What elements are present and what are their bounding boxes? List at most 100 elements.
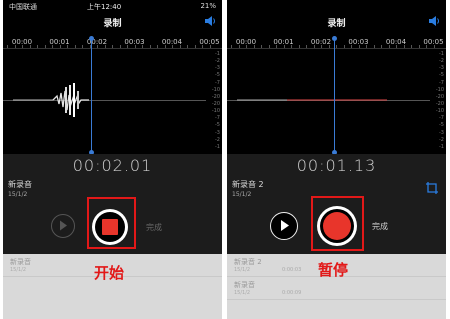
list-item-duration: 0:00:09 (282, 290, 302, 296)
speaker-icon[interactable] (204, 14, 216, 28)
db-scale-label: -20 (435, 93, 444, 100)
recording-name[interactable]: 新录音 2 (232, 179, 264, 190)
timeline-minor-tick (209, 45, 211, 48)
db-scale-label: -5 (215, 72, 220, 79)
db-scale-label: -3 (439, 129, 444, 136)
speaker-icon[interactable] (428, 14, 440, 28)
timeline-minor-tick (29, 45, 31, 48)
highlight-box (311, 196, 364, 251)
list-item-date: 15/1/2 (234, 267, 251, 273)
timeline-ruler[interactable]: 00:00 00:01 00:02 00:03 00:04 00:05 (227, 33, 446, 49)
list-item-date: 15/1/2 (234, 290, 251, 296)
db-scale-label: -2 (439, 58, 444, 65)
recording-name[interactable]: 新录音 (8, 179, 32, 190)
waveform (13, 83, 89, 117)
timeline-minor-tick (134, 45, 136, 48)
recorder-screen-pause: 录制 00:00 00:01 00:02 00:03 00:04 00:05 -1 -2 -3… (227, 0, 446, 319)
timeline-minor-tick (172, 45, 173, 48)
timeline-minor-tick (373, 45, 375, 48)
recording-date: 15/1/2 (232, 191, 252, 198)
timeline-minor-tick (52, 45, 53, 48)
screen-title: 录制 (103, 19, 122, 29)
db-scale-label: -20 (211, 93, 220, 100)
timeline-minor-tick (202, 45, 203, 48)
highlight-box (87, 197, 136, 249)
crop-icon[interactable] (425, 181, 439, 195)
db-scale-label: -3 (215, 129, 220, 136)
timeline-minor-tick (283, 45, 285, 48)
timeline-minor-tick (119, 45, 121, 48)
timeline-minor-tick (157, 45, 158, 48)
timeline-minor-tick (366, 45, 367, 48)
timeline-minor-tick (381, 45, 382, 48)
db-scale-label: -1 (439, 51, 444, 57)
timeline-tick-label: 00:05 (199, 38, 220, 46)
db-scale-label: -2 (215, 136, 220, 143)
waveform (237, 99, 387, 101)
nav-bar: 录制 (3, 14, 222, 32)
waveform-area[interactable]: -1 -2 -3 -5 -7 -10 -20 -20 -10 -7 -5 -3 -2 -1 (3, 49, 222, 154)
db-scale-label: -7 (215, 115, 220, 122)
recorder-screen-start: 中国联通 上午12:40 21% 录制 00:00 00:01 00:02 00:03… (3, 0, 222, 319)
play-button[interactable] (51, 214, 75, 238)
db-scale-label: -7 (439, 79, 444, 86)
battery-label: 21% (200, 2, 216, 10)
db-scale-label: -7 (439, 115, 444, 122)
playhead[interactable] (332, 36, 337, 155)
timeline-minor-tick (22, 45, 23, 48)
timeline-minor-tick (194, 45, 196, 48)
list-item-name: 新录音 (10, 258, 31, 266)
timeline-minor-tick (246, 45, 247, 48)
screen-title: 录制 (327, 19, 346, 29)
timeline-minor-tick (37, 45, 38, 48)
timeline-minor-tick (351, 45, 352, 48)
timeline-ruler[interactable]: 00:00 00:01 00:02 00:03 00:04 00:05 (3, 33, 222, 49)
timeline-minor-tick (7, 45, 8, 48)
timeline-minor-tick (306, 45, 307, 48)
list-item[interactable]: 新录音 15/1/2 0:00:09 (227, 277, 446, 300)
db-scale-label: -10 (435, 86, 444, 93)
elapsed-time: 00:01.13 (296, 156, 377, 175)
list-item-name: 新录音 (234, 281, 255, 289)
callout-label: 暂停 (318, 261, 349, 279)
timeline-minor-tick (112, 45, 113, 48)
carrier-label: 中国联通 (9, 3, 37, 11)
play-icon (60, 220, 67, 231)
db-scale-label: -5 (439, 72, 444, 79)
done-button[interactable]: 完成 (146, 222, 162, 233)
db-scale-label: -5 (215, 122, 220, 129)
db-scale-label: -2 (215, 58, 220, 65)
timeline-minor-tick (149, 45, 151, 48)
timeline-minor-tick (336, 45, 337, 48)
play-button[interactable] (270, 212, 298, 240)
timeline-minor-tick (291, 45, 292, 48)
list-item-duration: 0:00:03 (282, 267, 302, 273)
db-scale-label: -2 (439, 136, 444, 143)
status-bar: 中国联通 上午12:40 21% (3, 0, 222, 12)
timeline-minor-tick (127, 45, 128, 48)
timeline-minor-tick (104, 45, 106, 48)
db-scale-label: -1 (215, 51, 220, 57)
waveform-area[interactable]: -1 -2 -3 -5 -7 -10 -20 -20 -10 -7 -5 -3 -2 -1 (227, 49, 446, 154)
timeline-minor-tick (418, 45, 420, 48)
timeline-minor-tick (358, 45, 360, 48)
timeline-minor-tick (313, 45, 315, 48)
timeline-minor-tick (268, 45, 270, 48)
timeline-minor-tick (321, 45, 322, 48)
db-scale-label: -1 (215, 143, 220, 150)
list-item-date: 15/1/2 (10, 267, 27, 273)
timeline-minor-tick (276, 45, 277, 48)
clock: 上午12:40 (87, 3, 122, 11)
timeline-minor-tick (74, 45, 76, 48)
callout-label: 开始 (94, 264, 125, 282)
recording-date: 15/1/2 (8, 191, 28, 198)
timeline-minor-tick (261, 45, 262, 48)
timeline-minor-tick (426, 45, 427, 48)
db-scale-label: -20 (211, 101, 220, 107)
timeline-minor-tick (59, 45, 61, 48)
db-scale-label: -10 (435, 108, 444, 115)
timeline-tick-label: 00:05 (423, 38, 444, 46)
done-button[interactable]: 完成 (372, 221, 388, 232)
timeline-minor-tick (328, 45, 330, 48)
playhead[interactable] (89, 36, 94, 155)
